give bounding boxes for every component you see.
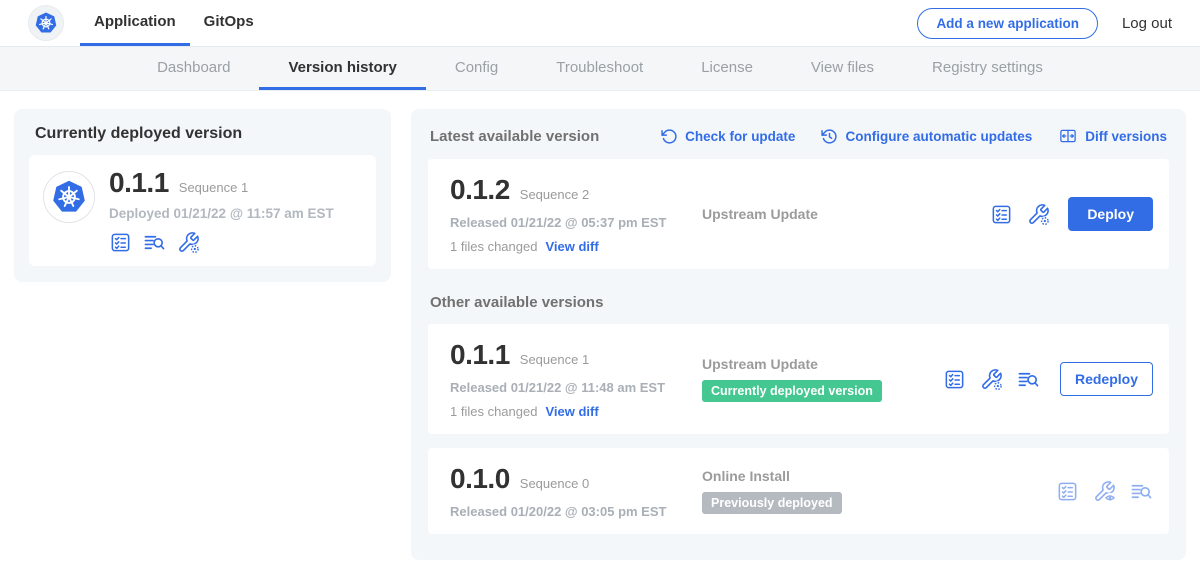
previously-deployed-badge: Previously deployed (702, 492, 842, 514)
edit-config-icon[interactable] (980, 368, 1003, 391)
subnav-item-version-history[interactable]: Version history (259, 47, 425, 90)
sequence-label: Sequence 1 (520, 352, 589, 367)
subnav-item-dashboard[interactable]: Dashboard (128, 47, 259, 90)
released-timestamp: Released 01/21/22 @ 11:48 am EST (450, 380, 702, 395)
view-diff-link[interactable]: View diff (545, 239, 598, 254)
logout-button[interactable]: Log out (1122, 15, 1172, 32)
tab-application-label: Application (94, 13, 176, 30)
subnav-item-troubleshoot[interactable]: Troubleshoot (527, 47, 672, 90)
preflight-checks-icon[interactable] (109, 231, 132, 254)
diff-icon (1058, 127, 1078, 145)
version-row-0-1-0: 0.1.0 Sequence 0 Released 01/20/22 @ 03:… (428, 448, 1169, 534)
released-timestamp: Released 01/21/22 @ 05:37 pm EST (450, 215, 702, 230)
deploy-button[interactable]: Deploy (1068, 197, 1153, 231)
edit-config-icon[interactable] (177, 231, 200, 254)
version-number: 0.1.1 (450, 339, 510, 371)
files-changed-label: 1 files changed (450, 239, 537, 254)
panel-actions: Check for update Configure automatic upd… (661, 127, 1167, 145)
app-header: Application GitOps Add a new application… (0, 0, 1200, 46)
deployed-card-title: Currently deployed version (35, 125, 376, 143)
subnav-item-config[interactable]: Config (426, 47, 527, 90)
add-new-application-button[interactable]: Add a new application (917, 8, 1098, 39)
refresh-icon (661, 128, 678, 145)
version-row-0-1-2: 0.1.2 Sequence 2 Released 01/21/22 @ 05:… (428, 159, 1169, 269)
configure-automatic-updates-link[interactable]: Configure automatic updates (821, 128, 1032, 145)
view-config-icon[interactable] (1093, 480, 1116, 503)
subnav-item-view-files[interactable]: View files (782, 47, 903, 90)
preflight-checks-icon[interactable] (943, 368, 966, 391)
tab-application[interactable]: Application (80, 0, 190, 46)
app-subnav: Dashboard Version history Config Trouble… (0, 46, 1200, 91)
deployed-timestamp: Deployed 01/21/22 @ 11:57 am EST (109, 206, 334, 221)
scheduled-update-icon (821, 128, 838, 145)
deployed-version-number: 0.1.1 (109, 167, 169, 199)
version-source-label: Upstream Update (702, 206, 990, 222)
currently-deployed-card: Currently deployed version 0.1.1 Sequenc… (14, 109, 391, 282)
diff-versions-link[interactable]: Diff versions (1058, 127, 1167, 145)
diff-versions-label: Diff versions (1085, 129, 1167, 144)
version-number: 0.1.2 (450, 174, 510, 206)
version-source-label: Online Install (702, 468, 1056, 484)
preflight-checks-icon[interactable] (990, 203, 1013, 226)
header-tabs: Application GitOps (80, 0, 268, 46)
deploy-logs-icon[interactable] (1130, 480, 1153, 503)
check-for-update-label: Check for update (685, 129, 795, 144)
version-number: 0.1.0 (450, 463, 510, 495)
tab-gitops-label: GitOps (204, 13, 254, 30)
sequence-label: Sequence 2 (520, 187, 589, 202)
version-history-panel: Latest available version Check for updat… (411, 109, 1186, 560)
subnav-item-registry-settings[interactable]: Registry settings (903, 47, 1072, 90)
currently-deployed-badge: Currently deployed version (702, 380, 882, 402)
view-diff-link[interactable]: View diff (545, 404, 598, 419)
redeploy-button[interactable]: Redeploy (1060, 362, 1153, 396)
deploy-logs-icon[interactable] (143, 231, 166, 254)
configure-automatic-updates-label: Configure automatic updates (845, 129, 1032, 144)
other-versions-heading: Other available versions (430, 294, 1167, 311)
deployed-sequence-label: Sequence 1 (179, 180, 248, 195)
latest-version-heading: Latest available version (430, 128, 599, 145)
edit-config-icon[interactable] (1027, 203, 1050, 226)
kubernetes-logo-icon (28, 5, 64, 41)
version-row-0-1-1: 0.1.1 Sequence 1 Released 01/21/22 @ 11:… (428, 324, 1169, 434)
kubernetes-app-icon (43, 171, 95, 223)
deploy-logs-icon[interactable] (1017, 368, 1040, 391)
released-timestamp: Released 01/20/22 @ 03:05 pm EST (450, 504, 702, 519)
files-changed-label: 1 files changed (450, 404, 537, 419)
main-content: Currently deployed version 0.1.1 Sequenc… (0, 91, 1200, 560)
sequence-label: Sequence 0 (520, 476, 589, 491)
subnav-item-license[interactable]: License (672, 47, 782, 90)
preflight-checks-icon[interactable] (1056, 480, 1079, 503)
tab-gitops[interactable]: GitOps (190, 0, 268, 46)
version-source-label: Upstream Update (702, 356, 943, 372)
deployed-version-card: 0.1.1 Sequence 1 Deployed 01/21/22 @ 11:… (29, 155, 376, 266)
check-for-update-link[interactable]: Check for update (661, 128, 795, 145)
